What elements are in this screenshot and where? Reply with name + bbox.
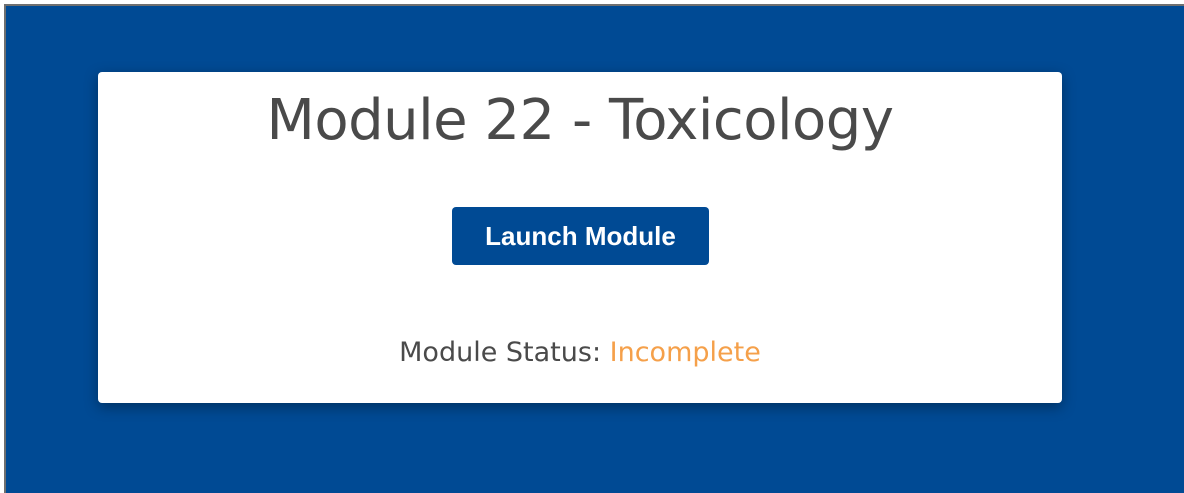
page-background: Module 22 - Toxicology Launch Module Mod… [4,4,1184,493]
module-status-label: Module Status: [399,337,602,368]
launch-module-button[interactable]: Launch Module [452,207,709,265]
module-status-value: Incomplete [609,337,761,368]
module-status: Module Status: Incomplete [98,337,1062,368]
module-title: Module 22 - Toxicology [266,88,894,153]
module-card: Module 22 - Toxicology Launch Module Mod… [98,72,1062,403]
